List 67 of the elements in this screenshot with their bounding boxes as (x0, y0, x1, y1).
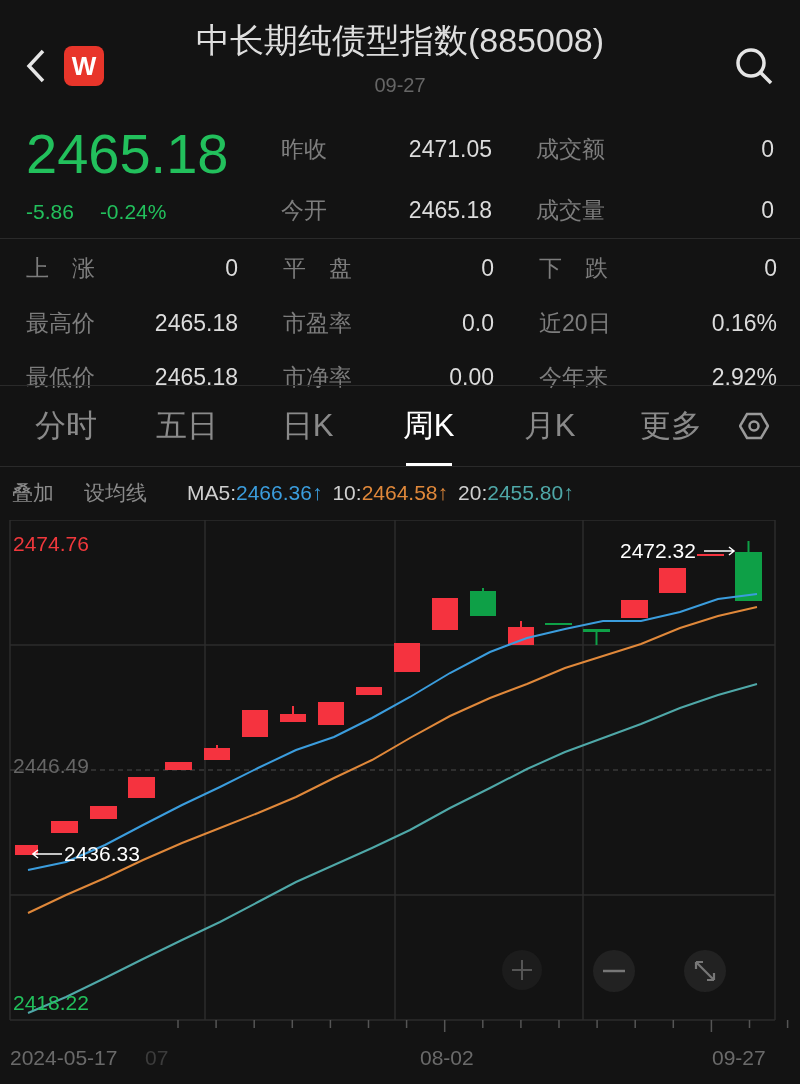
candle (735, 540, 762, 601)
fullscreen-button[interactable] (684, 950, 726, 992)
candle (470, 587, 496, 616)
candle (583, 629, 610, 646)
stat-label: 今开 (281, 195, 327, 225)
current-price: 2465.18 (26, 122, 230, 186)
ma-indicator: 20:2455.80↑ (458, 480, 574, 507)
stat-label: 市盈率 (283, 308, 352, 338)
stat-label: 最高价 (26, 308, 95, 338)
stat-value: 0 (764, 254, 777, 283)
zoom-in-button[interactable] (502, 950, 542, 990)
right-arrow-icon (703, 545, 736, 556)
axis-mid-label: 2446.49 (13, 753, 89, 779)
x-axis-label: 09-27 (712, 1045, 766, 1071)
candle (165, 762, 192, 770)
stat-value: 0 (225, 254, 238, 283)
overlay-button[interactable]: 叠加 (12, 477, 54, 509)
stat-value: 0 (761, 135, 774, 164)
x-axis-label: 2024-05-17 (10, 1045, 118, 1071)
search-icon[interactable] (734, 46, 774, 86)
set-ma-button[interactable]: 设均线 (84, 477, 147, 509)
candle (204, 744, 230, 760)
high-price-label: 2472.32 (620, 538, 696, 564)
zoom-out-button[interactable] (593, 950, 635, 992)
axis-max-label: 2474.76 (13, 531, 89, 557)
plus-icon (512, 960, 532, 980)
candle (394, 643, 420, 672)
stat-value: 0 (761, 195, 774, 225)
stat-value: 0 (481, 254, 494, 283)
ma-indicator: 10:2464.58↑ (332, 480, 449, 507)
candle (621, 600, 648, 618)
stat-label: 近20日 (539, 308, 611, 338)
app-logo: W (64, 46, 104, 86)
candle (432, 598, 458, 630)
stat-value: 2465.18 (408, 195, 492, 225)
stat-label: 市净率 (283, 363, 352, 392)
minus-icon (603, 969, 625, 973)
candle (128, 777, 155, 798)
left-arrow-icon (32, 848, 62, 859)
candle (280, 705, 306, 722)
candle (15, 845, 38, 855)
back-icon[interactable] (26, 49, 46, 83)
stat-label: 平 盘 (283, 254, 352, 283)
stat-value: 0.16% (711, 308, 777, 338)
candle (90, 806, 117, 819)
quote-date: 09-27 (374, 73, 426, 98)
stat-label: 成交量 (536, 195, 605, 225)
change-percent: -0.24% (99, 199, 167, 225)
stat-value: 0.0 (462, 308, 494, 338)
candle (356, 687, 382, 695)
stat-label: 下 跌 (539, 254, 608, 283)
candle (51, 821, 78, 833)
price-change: -5.86 (26, 199, 74, 225)
candle (242, 710, 268, 737)
candle (318, 702, 344, 725)
stat-value: 2471.05 (408, 135, 492, 164)
candle (659, 568, 686, 593)
stat-label: 昨收 (281, 135, 327, 164)
ma-indicator: MA5:2466.36↑ (187, 480, 323, 507)
stat-label: 上 涨 (26, 254, 95, 283)
expand-icon (694, 960, 716, 982)
x-axis-label: 08-02 (420, 1045, 474, 1071)
stat-label: 今年来 (539, 363, 608, 392)
stat-value: 2465.18 (154, 308, 238, 338)
stat-label: 成交额 (536, 135, 605, 164)
index-title: 中长期纯债型指数(885008) (195, 20, 605, 61)
settings-icon[interactable] (739, 411, 769, 441)
